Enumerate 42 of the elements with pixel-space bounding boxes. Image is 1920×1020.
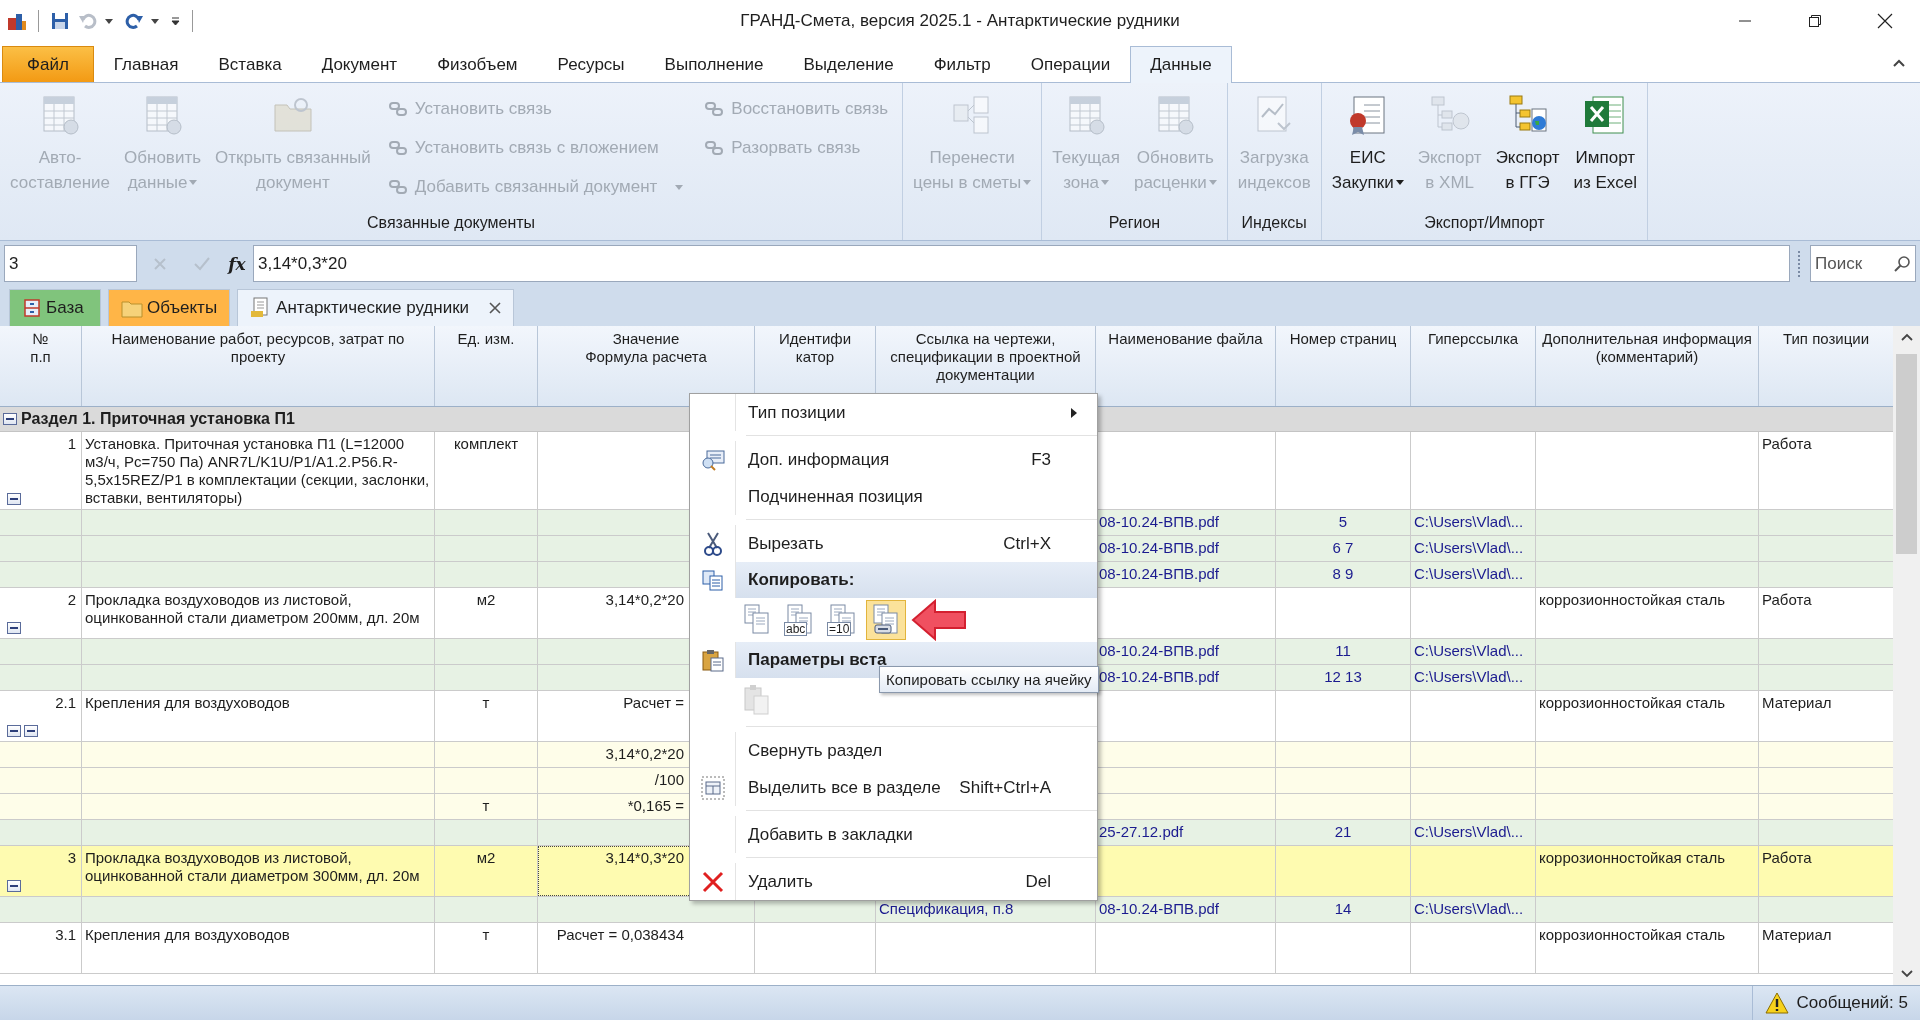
table-cell: C:\Users\Vlad\... — [1411, 820, 1536, 845]
window-title: ГРАНД-Смета, версия 2025.1 - Антарктические рудники — [740, 11, 1180, 31]
group-label: Связанные документы — [366, 213, 537, 233]
section-title: Раздел 1. Приточная установка П1 — [21, 410, 295, 428]
table-cell: 14 — [1276, 897, 1411, 922]
group-label: Индексы — [1240, 213, 1308, 233]
table-cell: т — [435, 794, 538, 819]
table-cell: C:\Users\Vlad\... — [1411, 536, 1536, 561]
row-number: 3 — [67, 849, 76, 867]
table-cell: Прокладка воздуховодов из листовой, оцинкованной стали диаметром 200мм, дл. 20м — [82, 588, 435, 638]
group-label: Экспорт/Импорт — [1423, 213, 1546, 233]
table-cell: 6 7 — [1276, 536, 1411, 561]
table-cell: C:\Users\Vlad\... — [1411, 897, 1536, 922]
table-cell: C:\Users\Vlad\... — [1411, 665, 1536, 690]
table-cell: Прокладка воздуховодов из листовой, оцинкованной стали диаметром 300мм, дл. 20м — [82, 846, 435, 896]
row-number: 1 — [67, 435, 76, 453]
table-cell: коррозионностойкая сталь — [1536, 588, 1759, 638]
table-cell: C:\Users\Vlad\... — [1411, 510, 1536, 535]
table-cell: Крепления для воздуховодов — [82, 923, 435, 973]
table-cell: коррозионностойкая сталь — [1536, 923, 1759, 973]
table-cell: Крепления для воздуховодов — [82, 691, 435, 741]
row-number: 2.1 — [55, 694, 76, 712]
table-cell: 8 9 — [1276, 562, 1411, 587]
table-cell: C:\Users\Vlad\... — [1411, 639, 1536, 664]
table-cell: 21 — [1276, 820, 1411, 845]
table-cell: коррозионностойкая сталь — [1536, 846, 1759, 896]
table-cell: м2 — [435, 588, 538, 638]
menu-section-header: Копировать: — [736, 562, 1097, 598]
table-cell: Установка. Приточная установка П1 (L=12000 м3/ч, Рс=750 Па) ANR7L/K1U/P1/A1.2.P56.R-5,5x15REZ/P1 в комплектации (секции, заслонки, вставки, вентиляторы) — [82, 432, 435, 509]
table-cell: т — [435, 923, 538, 973]
table-cell: 5 — [1276, 510, 1411, 535]
table-cell: комплект — [435, 432, 538, 509]
row-number: 3.1 — [55, 926, 76, 944]
group-label: Регион — [1107, 213, 1162, 233]
table-cell: Расчет = 0,038434 — [538, 923, 755, 973]
row-number: 2 — [67, 591, 76, 609]
table-cell: 11 — [1276, 639, 1411, 664]
table-cell: коррозионностойкая сталь — [1536, 691, 1759, 741]
table-cell: C:\Users\Vlad\... — [1411, 562, 1536, 587]
table-cell: м2 — [435, 846, 538, 896]
table-cell: т — [435, 691, 538, 741]
table-cell: 12 13 — [1276, 665, 1411, 690]
